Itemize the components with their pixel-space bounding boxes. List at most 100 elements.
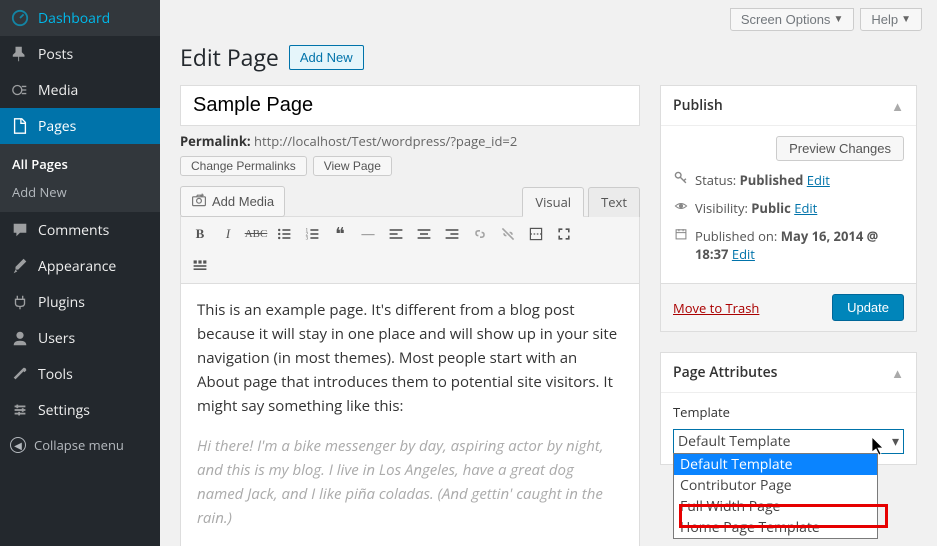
sidebar-label: Posts (38, 45, 73, 64)
editor-toolbar: B I ABC 123 ❝ — (180, 216, 640, 284)
edit-visibility-link[interactable]: Edit (794, 199, 817, 217)
visibility-value: Public (751, 199, 791, 217)
template-option[interactable]: Home Page Template (674, 517, 877, 538)
pin-icon (10, 44, 30, 64)
align-center-icon[interactable] (411, 221, 437, 247)
sidebar-item-dashboard[interactable]: Dashboard (0, 0, 160, 36)
admin-sidebar: Dashboard Posts Media Pages All Pages Ad… (0, 0, 160, 546)
edit-status-link[interactable]: Edit (807, 171, 830, 189)
key-icon (673, 171, 689, 189)
fullscreen-icon[interactable] (551, 221, 577, 247)
toolbar-toggle-icon[interactable] (187, 253, 213, 279)
collapse-menu[interactable]: ◀ Collapse menu (0, 428, 160, 462)
bold-icon[interactable]: B (187, 221, 213, 247)
user-icon (10, 328, 30, 348)
unlink-icon[interactable] (495, 221, 521, 247)
page-title: Edit Page (180, 41, 279, 73)
metabox-toggle-icon[interactable]: ▲ (891, 97, 904, 115)
permalink-row: Permalink: http://localhost/Test/wordpre… (180, 132, 640, 150)
template-option[interactable]: Full Width Page (674, 496, 877, 517)
sidebar-label: Media (38, 81, 78, 100)
add-media-button[interactable]: Add Media (180, 186, 285, 217)
attributes-title: Page Attributes (673, 363, 778, 382)
sidebar-label: Settings (38, 401, 90, 420)
template-select[interactable]: Default Template ▾ (673, 429, 904, 454)
page-icon (10, 116, 30, 136)
text-tab[interactable]: Text (588, 187, 640, 217)
sidebar-label: Appearance (38, 257, 116, 276)
align-left-icon[interactable] (383, 221, 409, 247)
sidebar-sub-all-pages[interactable]: All Pages (0, 150, 160, 178)
permalink-url: http://localhost/Test/wordpress/?page_id… (254, 132, 517, 150)
hr-icon[interactable]: — (355, 221, 381, 247)
sidebar-label: Dashboard (38, 9, 110, 28)
bullet-list-icon[interactable] (271, 221, 297, 247)
template-option[interactable]: Default Template (674, 454, 877, 475)
status-label: Status: (695, 171, 736, 189)
main-content: Screen Options▼ Help▼ Edit Page Add New … (160, 0, 937, 546)
sidebar-label: Pages (38, 117, 76, 136)
editor-quote: Hi there! I'm a bike messenger by day, a… (197, 434, 623, 530)
sidebar-item-media[interactable]: Media (0, 72, 160, 108)
sidebar-item-tools[interactable]: Tools (0, 356, 160, 392)
screen-options-button[interactable]: Screen Options▼ (730, 8, 855, 31)
sidebar-item-users[interactable]: Users (0, 320, 160, 356)
sidebar-item-posts[interactable]: Posts (0, 36, 160, 72)
template-dropdown: Default Template Contributor Page Full W… (673, 453, 878, 539)
camera-icon (191, 192, 207, 211)
preview-button[interactable]: Preview Changes (776, 136, 904, 161)
italic-icon[interactable]: I (215, 221, 241, 247)
sidebar-label: Comments (38, 221, 109, 240)
strikethrough-icon[interactable]: ABC (243, 221, 269, 247)
help-button[interactable]: Help▼ (860, 8, 922, 31)
sidebar-item-appearance[interactable]: Appearance (0, 248, 160, 284)
add-new-button[interactable]: Add New (289, 45, 364, 70)
wrench-icon (10, 364, 30, 384)
sidebar-item-settings[interactable]: Settings (0, 392, 160, 428)
align-right-icon[interactable] (439, 221, 465, 247)
sidebar-sub-add-new[interactable]: Add New (0, 178, 160, 206)
publish-metabox: Publish ▲ Preview Changes Status: Publis… (660, 85, 917, 332)
template-label: Template (673, 403, 904, 421)
update-button[interactable]: Update (832, 294, 904, 321)
plug-icon (10, 292, 30, 312)
published-label: Published on: (695, 227, 777, 245)
editor-body[interactable]: This is an example page. It's different … (180, 284, 640, 546)
brush-icon (10, 256, 30, 276)
publish-title: Publish (673, 96, 723, 115)
blockquote-icon[interactable]: ❝ (327, 221, 353, 247)
comment-icon (10, 220, 30, 240)
sidebar-label: Users (38, 329, 75, 348)
numbered-list-icon[interactable]: 123 (299, 221, 325, 247)
visual-tab[interactable]: Visual (522, 187, 584, 217)
page-attributes-metabox: Page Attributes ▲ Template Default Templ… (660, 352, 917, 465)
sidebar-label: Plugins (38, 293, 85, 312)
collapse-label: Collapse menu (34, 436, 124, 454)
visibility-label: Visibility: (695, 199, 748, 217)
more-icon[interactable] (523, 221, 549, 247)
sidebar-submenu: All Pages Add New (0, 144, 160, 212)
sidebar-item-plugins[interactable]: Plugins (0, 284, 160, 320)
post-title-input[interactable] (180, 85, 640, 126)
svg-text:3: 3 (306, 237, 309, 242)
gear-icon (10, 400, 30, 420)
permalink-label: Permalink: (180, 132, 251, 150)
editor-paragraph: This is an example page. It's different … (197, 298, 623, 418)
collapse-icon: ◀ (10, 437, 26, 453)
link-icon[interactable] (467, 221, 493, 247)
edit-date-link[interactable]: Edit (732, 245, 755, 263)
dashboard-icon (10, 8, 30, 28)
change-permalinks-button[interactable]: Change Permalinks (180, 156, 307, 176)
sidebar-label: Tools (38, 365, 73, 384)
trash-link[interactable]: Move to Trash (673, 299, 759, 317)
metabox-toggle-icon[interactable]: ▲ (891, 364, 904, 382)
status-value: Published (740, 171, 804, 189)
calendar-icon (673, 227, 689, 245)
sidebar-item-comments[interactable]: Comments (0, 212, 160, 248)
view-page-button[interactable]: View Page (313, 156, 392, 176)
sidebar-item-pages[interactable]: Pages (0, 108, 160, 144)
media-icon (10, 80, 30, 100)
eye-icon (673, 199, 689, 217)
template-option[interactable]: Contributor Page (674, 475, 877, 496)
top-bar: Screen Options▼ Help▼ (180, 0, 922, 39)
